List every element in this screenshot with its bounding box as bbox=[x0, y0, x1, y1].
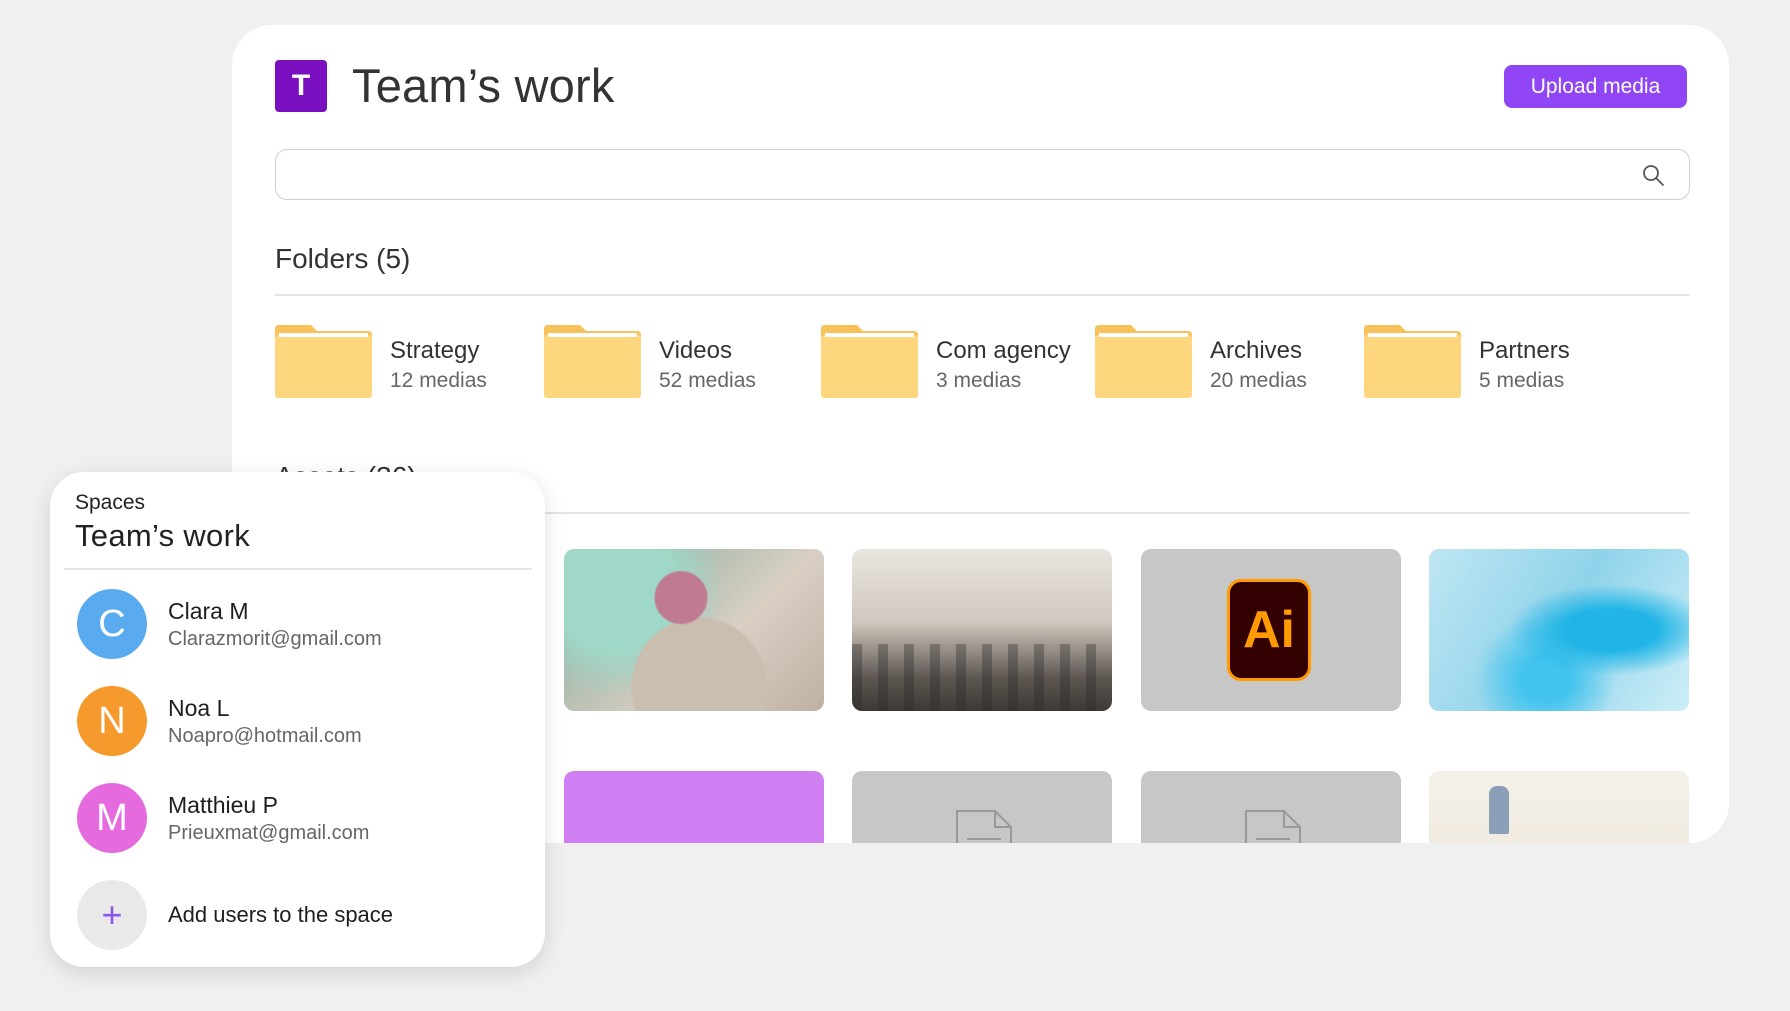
asset-thumbnail-silhouettes[interactable] bbox=[564, 771, 824, 843]
folder-count: 20 medias bbox=[1210, 369, 1307, 392]
spaces-panel: Spaces Team’s work C Clara M Clarazmorit… bbox=[50, 472, 545, 967]
user-name: Matthieu P bbox=[168, 792, 278, 818]
asset-thumbnail-blue-wave[interactable] bbox=[1429, 549, 1689, 711]
plus-icon: + bbox=[77, 880, 147, 950]
space-badge: T bbox=[275, 60, 327, 112]
folder-name: Videos bbox=[659, 337, 732, 364]
user-email: Prieuxmat@gmail.com bbox=[168, 822, 370, 844]
avatar: N bbox=[77, 686, 147, 756]
avatar: C bbox=[77, 589, 147, 659]
folder-icon bbox=[1364, 325, 1461, 398]
search-input[interactable] bbox=[276, 150, 1689, 199]
folder-count: 12 medias bbox=[390, 369, 487, 392]
folder-count: 3 medias bbox=[936, 369, 1022, 392]
folder-partners[interactable]: Partners 5 medias bbox=[1364, 325, 1570, 398]
spaces-label: Spaces bbox=[75, 491, 146, 514]
avatar: M bbox=[77, 783, 147, 853]
folder-name: Archives bbox=[1210, 337, 1303, 364]
spaces-title: Team’s work bbox=[75, 518, 250, 553]
user-row-matthieu[interactable]: M Matthieu P Prieuxmat@gmail.com bbox=[77, 783, 369, 853]
divider bbox=[64, 568, 532, 570]
page-title: Team’s work bbox=[352, 59, 615, 112]
search-box bbox=[275, 149, 1690, 200]
user-row-noa[interactable]: N Noa L Noapro@hotmail.com bbox=[77, 686, 362, 756]
asset-thumbnail-document[interactable] bbox=[1141, 771, 1401, 843]
folder-icon bbox=[275, 325, 372, 398]
folder-count: 52 medias bbox=[659, 369, 756, 392]
user-name: Noa L bbox=[168, 695, 230, 721]
folder-count: 5 medias bbox=[1479, 369, 1565, 392]
folder-com-agency[interactable]: Com agency 3 medias bbox=[821, 325, 1071, 398]
user-email: Clarazmorit@gmail.com bbox=[168, 628, 382, 650]
user-name: Clara M bbox=[168, 598, 249, 624]
user-row-clara[interactable]: C Clara M Clarazmorit@gmail.com bbox=[77, 589, 382, 659]
folder-videos[interactable]: Videos 52 medias bbox=[544, 325, 756, 398]
folder-name: Com agency bbox=[936, 337, 1071, 364]
divider bbox=[275, 294, 1690, 296]
adobe-illustrator-icon: Ai bbox=[1227, 579, 1311, 681]
asset-thumbnail-document[interactable] bbox=[852, 771, 1112, 843]
document-icon bbox=[956, 810, 1012, 843]
asset-thumbnail-illustrator[interactable]: Ai bbox=[1141, 549, 1401, 711]
user-email: Noapro@hotmail.com bbox=[168, 725, 362, 747]
add-users-label: Add users to the space bbox=[168, 902, 394, 927]
asset-thumbnail-speaker[interactable] bbox=[1429, 771, 1689, 843]
folder-name: Strategy bbox=[390, 337, 480, 364]
asset-thumbnail-podcast[interactable] bbox=[564, 549, 824, 711]
folder-icon bbox=[821, 325, 918, 398]
speaker-figure bbox=[1489, 786, 1509, 834]
folders-section-title: Folders (5) bbox=[275, 243, 411, 274]
folder-strategy[interactable]: Strategy 12 medias bbox=[275, 325, 487, 398]
folder-archives[interactable]: Archives 20 medias bbox=[1095, 325, 1307, 398]
add-users-button[interactable]: + Add users to the space bbox=[77, 880, 393, 950]
asset-thumbnail-conference[interactable] bbox=[852, 549, 1112, 711]
search-icon[interactable] bbox=[1641, 163, 1665, 187]
folder-icon bbox=[1095, 325, 1192, 398]
folder-name: Partners bbox=[1479, 337, 1570, 364]
folder-icon bbox=[544, 325, 641, 398]
document-icon bbox=[1245, 810, 1301, 843]
upload-media-button[interactable]: Upload media bbox=[1504, 65, 1687, 108]
